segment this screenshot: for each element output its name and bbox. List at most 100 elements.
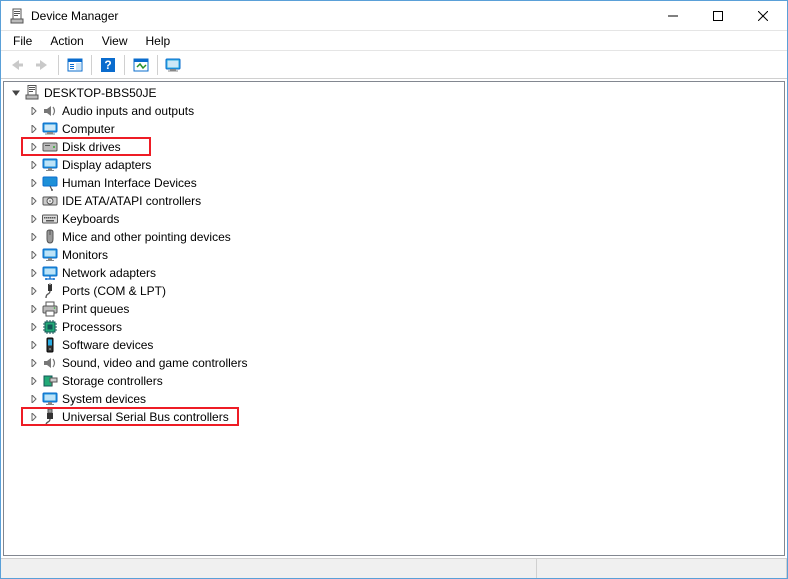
usb-icon <box>42 409 58 425</box>
toolbar: ? <box>1 51 787 79</box>
toolbar-divider <box>124 55 125 75</box>
svg-text:?: ? <box>104 58 111 72</box>
tree-item-label: Monitors <box>62 248 108 262</box>
hid-icon <box>42 175 58 191</box>
forward-button[interactable] <box>30 53 54 77</box>
tree-item-label: Universal Serial Bus controllers <box>62 410 229 424</box>
tree-root[interactable]: DESKTOP-BBS50JE <box>4 84 784 102</box>
chevron-right-icon[interactable] <box>28 213 40 225</box>
tree-item-label: Network adapters <box>62 266 156 280</box>
tree-item-cpu[interactable]: Processors <box>4 318 784 336</box>
status-cell <box>1 559 537 578</box>
tree-root-label: DESKTOP-BBS50JE <box>44 86 157 100</box>
tree-item-printer[interactable]: Print queues <box>4 300 784 318</box>
chevron-right-icon[interactable] <box>28 141 40 153</box>
tree-item-label: Disk drives <box>62 140 121 154</box>
chevron-down-icon[interactable] <box>10 87 22 99</box>
menu-action[interactable]: Action <box>42 33 91 49</box>
maximize-button[interactable] <box>695 1 740 30</box>
chevron-right-icon[interactable] <box>28 321 40 333</box>
tree-item-hid[interactable]: Human Interface Devices <box>4 174 784 192</box>
tree-item-mouse[interactable]: Mice and other pointing devices <box>4 228 784 246</box>
menu-view[interactable]: View <box>94 33 136 49</box>
tree-item-label: IDE ATA/ATAPI controllers <box>62 194 201 208</box>
sound-icon <box>42 355 58 371</box>
printer-icon <box>42 301 58 317</box>
tree-item-label: Computer <box>62 122 115 136</box>
tree-item-sound[interactable]: Sound, video and game controllers <box>4 354 784 372</box>
tree-item-label: Processors <box>62 320 122 334</box>
chevron-right-icon[interactable] <box>28 249 40 261</box>
chevron-right-icon[interactable] <box>28 195 40 207</box>
chevron-right-icon[interactable] <box>28 159 40 171</box>
titlebar: Device Manager <box>1 1 787 31</box>
toolbar-divider <box>58 55 59 75</box>
chevron-right-icon[interactable] <box>28 285 40 297</box>
app-icon <box>9 8 25 24</box>
tree-item-label: System devices <box>62 392 146 406</box>
tree-item-storage[interactable]: Storage controllers <box>4 372 784 390</box>
tree-item-audio[interactable]: Audio inputs and outputs <box>4 102 784 120</box>
tree-item-usb[interactable]: Universal Serial Bus controllers <box>4 408 784 426</box>
software-icon <box>42 337 58 353</box>
chevron-right-icon[interactable] <box>28 123 40 135</box>
chevron-right-icon[interactable] <box>28 339 40 351</box>
tree-item-label: Keyboards <box>62 212 119 226</box>
chevron-right-icon[interactable] <box>28 303 40 315</box>
tree-item-display[interactable]: Display adapters <box>4 156 784 174</box>
back-button[interactable] <box>5 53 29 77</box>
chevron-right-icon[interactable] <box>28 267 40 279</box>
tree-item-keyboard[interactable]: Keyboards <box>4 210 784 228</box>
menu-file[interactable]: File <box>5 33 40 49</box>
tree-item-label: Human Interface Devices <box>62 176 197 190</box>
ide-icon <box>42 193 58 209</box>
chevron-right-icon[interactable] <box>28 375 40 387</box>
close-button[interactable] <box>740 1 785 30</box>
tree-item-label: Storage controllers <box>62 374 163 388</box>
tree-item-monitor[interactable]: Monitors <box>4 246 784 264</box>
tree-item-label: Audio inputs and outputs <box>62 104 194 118</box>
tree-item-network[interactable]: Network adapters <box>4 264 784 282</box>
chevron-right-icon[interactable] <box>28 231 40 243</box>
disk-icon <box>42 139 58 155</box>
keyboard-icon <box>42 211 58 227</box>
device-tree[interactable]: DESKTOP-BBS50JE Audio inputs and outputs… <box>3 81 785 556</box>
menu-help[interactable]: Help <box>138 33 179 49</box>
chevron-right-icon[interactable] <box>28 357 40 369</box>
toolbar-divider <box>91 55 92 75</box>
monitor-icon <box>42 247 58 263</box>
chevron-right-icon[interactable] <box>28 393 40 405</box>
tree-item-label: Software devices <box>62 338 153 352</box>
mouse-icon <box>42 229 58 245</box>
display-icon <box>42 157 58 173</box>
tree-item-label: Display adapters <box>62 158 151 172</box>
tree-item-label: Ports (COM & LPT) <box>62 284 166 298</box>
tree-item-system[interactable]: System devices <box>4 390 784 408</box>
scan-hardware-button[interactable] <box>129 53 153 77</box>
tree-item-label: Print queues <box>62 302 129 316</box>
tree-item-label: Sound, video and game controllers <box>62 356 247 370</box>
tree-item-computer[interactable]: Computer <box>4 120 784 138</box>
tree-item-port[interactable]: Ports (COM & LPT) <box>4 282 784 300</box>
tree-item-disk[interactable]: Disk drives <box>4 138 784 156</box>
show-hide-console-button[interactable] <box>63 53 87 77</box>
status-cell <box>537 559 787 578</box>
network-icon <box>42 265 58 281</box>
toolbar-divider <box>157 55 158 75</box>
devices-printers-button[interactable] <box>162 53 186 77</box>
help-button[interactable]: ? <box>96 53 120 77</box>
tree-item-ide[interactable]: IDE ATA/ATAPI controllers <box>4 192 784 210</box>
system-icon <box>42 391 58 407</box>
minimize-button[interactable] <box>650 1 695 30</box>
chevron-right-icon[interactable] <box>28 411 40 423</box>
menubar: File Action View Help <box>1 31 787 51</box>
audio-icon <box>42 103 58 119</box>
cpu-icon <box>42 319 58 335</box>
port-icon <box>42 283 58 299</box>
chevron-right-icon[interactable] <box>28 105 40 117</box>
tree-item-label: Mice and other pointing devices <box>62 230 231 244</box>
tree-item-software[interactable]: Software devices <box>4 336 784 354</box>
chevron-right-icon[interactable] <box>28 177 40 189</box>
computer-icon <box>42 121 58 137</box>
window-title: Device Manager <box>31 9 650 23</box>
